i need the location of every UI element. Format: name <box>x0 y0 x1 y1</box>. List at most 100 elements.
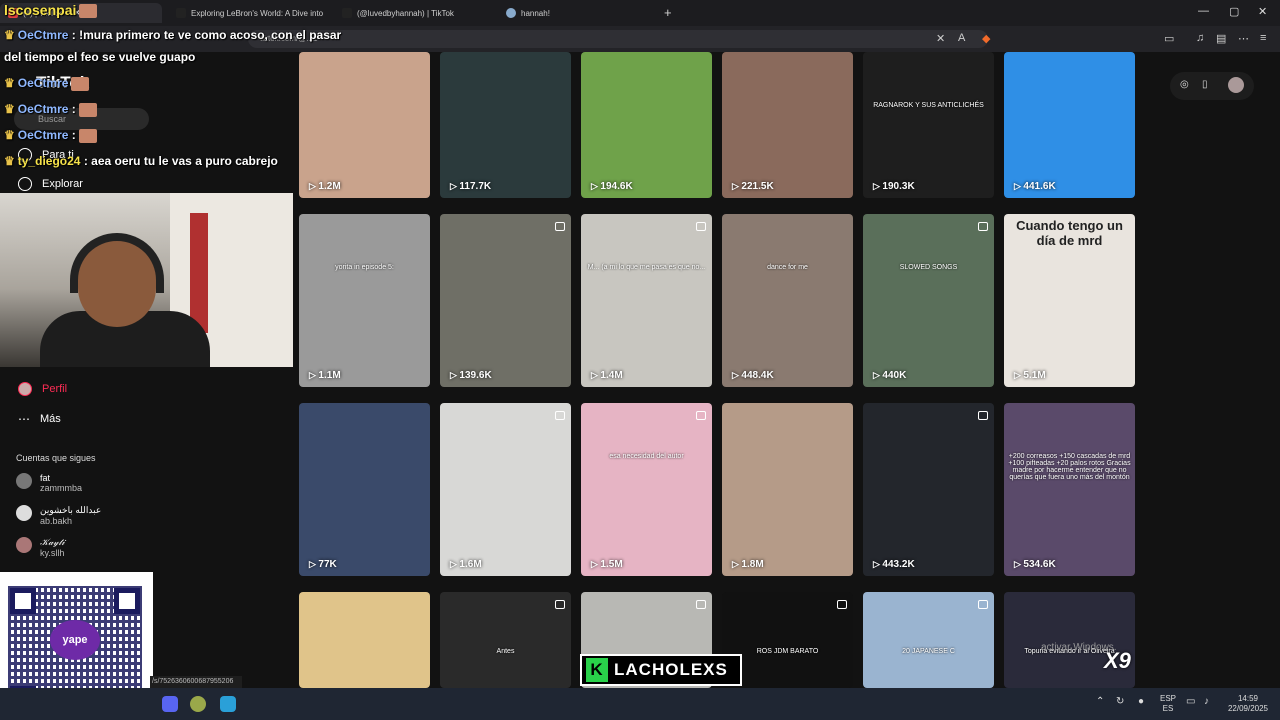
new-tab-button[interactable]: + <box>664 5 672 20</box>
video-card[interactable]: 1.8M <box>722 403 853 576</box>
extensions-icon[interactable]: ⋯ <box>1238 32 1249 45</box>
brave-shield-icon[interactable]: ◆ <box>982 32 990 45</box>
sidebar-item-perfil[interactable]: Perfil <box>18 382 67 396</box>
video-card[interactable]: 221.5K <box>722 52 853 198</box>
crown-icon: ♛ <box>4 154 15 168</box>
tab-luvedbyhannah[interactable]: (@luvedbyhannah) | TikTok <box>334 3 494 23</box>
tab-hannah[interactable]: hannah! <box>498 3 658 23</box>
sidebar-item-mas[interactable]: ⋯ Más <box>18 412 61 426</box>
translate-icon[interactable]: A <box>958 32 965 44</box>
sync-icon[interactable]: ↻ <box>1116 697 1124 707</box>
tiktok-favicon-icon <box>342 8 352 18</box>
phone-icon[interactable]: ▯ <box>1202 79 1208 90</box>
following-handle: ky.sllh <box>40 548 65 558</box>
video-card[interactable]: 441.6K <box>1004 52 1135 198</box>
video-card[interactable]: 1.2M <box>299 52 430 198</box>
video-caption: Cuando tengo un día de mrd <box>1016 218 1123 248</box>
volume-icon[interactable]: ♪ <box>1204 697 1209 707</box>
microphone-icon[interactable]: ● <box>1138 697 1144 707</box>
video-card[interactable]: 139.6K <box>440 214 571 387</box>
video-card[interactable]: 117.7K <box>440 52 571 198</box>
carousel-icon <box>837 600 847 609</box>
reading-list-icon[interactable]: ▤ <box>1216 32 1226 45</box>
chat-message: del tiempo el feo se vuelve guapo <box>4 50 195 64</box>
video-card[interactable]: RAGNAROK Y SUS ANTICLICHÉS 190.3K <box>863 52 994 198</box>
video-card[interactable]: 443.2K <box>863 403 994 576</box>
tab-label: hannah! <box>521 8 550 18</box>
chat-message: ♛ ty_diego24 : aea oeru tu le vas a puro … <box>4 154 278 168</box>
network-icon[interactable]: ▭ <box>1186 697 1195 707</box>
emote-icon <box>79 4 98 19</box>
language-indicator[interactable]: ESP ES <box>1160 694 1176 714</box>
browser-tab-bar: (1) | TikTok ✕ Exploring LeBron's World:… <box>0 0 1280 26</box>
chat-header-user: lscosenpai <box>4 2 98 19</box>
sidebar-item-label: Perfil <box>42 383 68 395</box>
app-icon[interactable] <box>190 696 206 712</box>
compass-icon <box>18 177 32 191</box>
following-handle: ab.bakh <box>40 516 73 526</box>
avatar <box>16 537 32 553</box>
headphones <box>70 233 164 293</box>
sidebar-toggle-icon[interactable]: ▭ <box>1164 32 1174 45</box>
lang-code: ES <box>1162 704 1174 713</box>
video-card[interactable] <box>299 592 430 688</box>
clock-date: 22/09/2025 <box>1227 704 1269 713</box>
chevron-up-icon[interactable]: ⌃ <box>1096 697 1104 707</box>
maximize-icon[interactable]: ▢ <box>1229 5 1239 18</box>
video-card[interactable]: 1.6M <box>440 403 571 576</box>
view-count: 194.6K <box>591 181 632 192</box>
minimize-icon[interactable]: — <box>1198 5 1209 17</box>
discord-icon[interactable] <box>162 696 178 712</box>
tab-lebron[interactable]: Exploring LeBron's World: A Dive into <box>168 3 328 23</box>
video-card[interactable]: M... (a mi lo que me pasa es que no... 1.… <box>581 214 712 387</box>
video-card[interactable]: esa necesidad del autor 1.5M <box>581 403 712 576</box>
chat-username: lscosenpai <box>4 2 77 18</box>
media-icon[interactable]: ♫ <box>1196 32 1204 44</box>
view-count: 448.4K <box>732 370 773 381</box>
sidebar-item-explorar[interactable]: Explorar <box>18 177 83 191</box>
carousel-icon <box>555 411 565 420</box>
chat-username: OeCtmre <box>17 28 69 42</box>
chat-message: ♛ OeCtmre : <box>4 102 97 117</box>
following-item[interactable]: fat zammmba <box>16 473 82 493</box>
video-card[interactable]: 194.6K <box>581 52 712 198</box>
video-card[interactable]: yorita in episode 5: 1.1M <box>299 214 430 387</box>
following-name: عبدالله باخشوين <box>40 505 102 515</box>
carousel-icon <box>978 600 988 609</box>
combo-multiplier: X9 <box>1104 648 1131 673</box>
video-card[interactable]: SLOWED SONGS 440K <box>863 214 994 387</box>
crown-icon: ♛ <box>4 102 15 116</box>
video-card[interactable]: 77K <box>299 403 430 576</box>
carousel-icon <box>555 600 565 609</box>
qr-finder <box>10 588 36 614</box>
avatar[interactable] <box>1228 77 1244 93</box>
chat-text: : aea oeru tu le vas a puro cabrejo <box>83 154 278 168</box>
video-card[interactable]: +200 correasos +150 cascadas de mrd +100… <box>1004 403 1135 576</box>
view-count: 139.6K <box>450 370 491 381</box>
chat-text: del tiempo el feo se vuelve guapo <box>4 50 196 64</box>
following-item[interactable]: عبدالله باخشوين ab.bakh <box>16 505 101 526</box>
chat-message: ♛ OeCtmre : !mura primero te ve como acos… <box>4 28 341 42</box>
chat-message: ♛ OeCtmre <box>4 76 90 91</box>
files-icon[interactable] <box>220 696 236 712</box>
menu-icon[interactable]: ≡ <box>1260 32 1266 44</box>
following-title: Cuentas que sigues <box>16 453 96 463</box>
compass-icon[interactable]: ◎ <box>1180 79 1189 90</box>
video-card[interactable]: Antes <box>440 592 571 688</box>
profile-icon <box>18 382 32 396</box>
close-window-icon[interactable]: ✕ <box>1258 5 1267 18</box>
address-bar[interactable]: tiktok.com/@...1 <box>248 30 988 48</box>
following-handle: zammmba <box>40 483 83 493</box>
following-item[interactable]: 𝒦𝒶𝓎𝓉𝒾 ky.sllh <box>16 537 65 558</box>
view-count: 443.2K <box>873 559 914 570</box>
video-card[interactable]: dance for me 448.4K <box>722 214 853 387</box>
video-card[interactable]: Cuando tengo un día de mrd 5.1M <box>1004 214 1135 387</box>
link-preview-url: /s/7526360600687955206 <box>150 676 242 688</box>
video-card[interactable]: 20 JAPANESE C <box>863 592 994 688</box>
crown-icon: ♛ <box>4 28 15 42</box>
mute-icon[interactable]: ✕ <box>936 32 945 45</box>
view-count: 5.1M <box>1014 370 1045 381</box>
banner-text: LACHOLEXS <box>614 660 728 679</box>
clock[interactable]: 14:59 22/09/2025 <box>1224 694 1272 714</box>
emote-icon <box>78 128 97 143</box>
